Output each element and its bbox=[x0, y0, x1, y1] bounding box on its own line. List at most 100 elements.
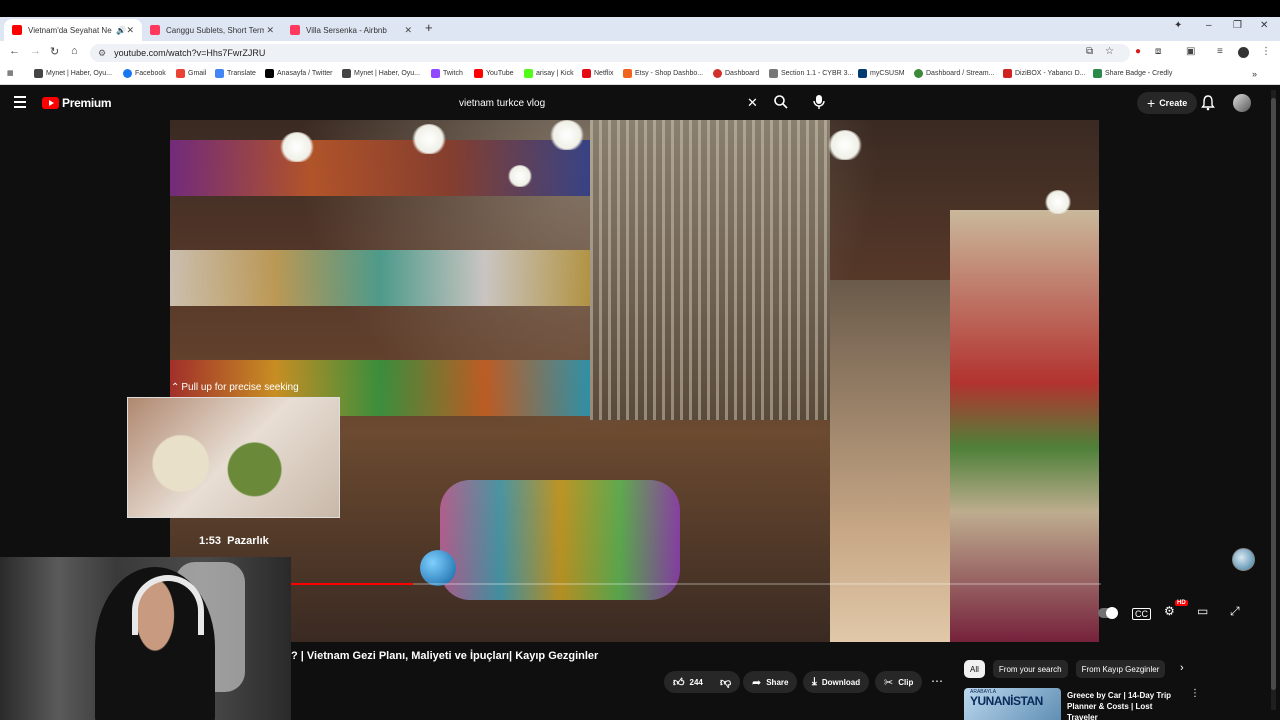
search-input[interactable]: vietnam turkce vlog ✕ bbox=[451, 92, 791, 114]
captions-icon[interactable]: CC bbox=[1132, 608, 1151, 620]
bookmark-favicon-icon bbox=[1003, 69, 1012, 78]
bookmark-item[interactable]: Mynet | Haber, Oyu... bbox=[34, 69, 112, 78]
thumbs-down-icon: 👎︎ bbox=[720, 676, 732, 689]
bookmark-label: Share Badge - Credly bbox=[1105, 70, 1173, 77]
bookmark-item[interactable]: Anasayfa / Twitter bbox=[265, 69, 333, 78]
account-avatar[interactable] bbox=[1233, 94, 1251, 112]
address-bar[interactable]: ⚙ youtube.com/watch?v=Hhs7FwrZJRU bbox=[90, 44, 1130, 62]
side-panel-icon[interactable]: ▣ bbox=[1186, 46, 1195, 57]
close-tab-icon[interactable]: ✕ bbox=[266, 25, 274, 36]
recommended-video[interactable]: ARABAYLA YUNANİSTAN Greece by Car | 14-D… bbox=[964, 688, 1264, 720]
create-label: Create bbox=[1159, 98, 1188, 108]
chip-from-your-search[interactable]: From your search bbox=[992, 660, 1068, 678]
more-actions-icon[interactable]: ⋯ bbox=[931, 674, 943, 688]
precise-seeking-hint: ⌃ Pull up for precise seeking bbox=[171, 382, 299, 393]
close-window-button[interactable]: ✕ bbox=[1260, 20, 1268, 31]
browser-menu-icon[interactable]: ⋮ bbox=[1261, 46, 1271, 57]
reload-icon[interactable]: ↻ bbox=[50, 45, 59, 58]
close-tab-icon[interactable]: ✕ bbox=[126, 25, 134, 36]
video-player[interactable] bbox=[170, 120, 1099, 642]
extension-icon[interactable]: ● bbox=[1135, 46, 1141, 57]
bookmark-item[interactable]: Netflix bbox=[582, 69, 613, 78]
gemini-icon[interactable]: ✦ bbox=[1174, 20, 1182, 31]
channel-watermark-icon[interactable] bbox=[1232, 548, 1255, 571]
speaker-icon[interactable]: 🔊 bbox=[116, 26, 126, 35]
bookmark-favicon-icon bbox=[342, 69, 351, 78]
home-icon[interactable]: ⌂ bbox=[71, 45, 78, 57]
share-button[interactable]: ➦ Share bbox=[743, 671, 798, 693]
theater-mode-icon[interactable]: ▭ bbox=[1197, 604, 1208, 618]
recommended-title[interactable]: Greece by Car | 14-Day Trip Planner & Co… bbox=[1067, 690, 1182, 720]
video-progress-bar[interactable] bbox=[291, 583, 1101, 585]
youtube-premium-logo[interactable]: Premium bbox=[62, 96, 112, 110]
more-options-icon[interactable]: ⋮ bbox=[1190, 688, 1200, 699]
address-text: youtube.com/watch?v=Hhs7FwrZJRU bbox=[114, 48, 266, 58]
bookmark-item[interactable]: YouTube bbox=[474, 69, 514, 78]
forward-arrow-icon[interactable]: → bbox=[30, 45, 41, 57]
bookmark-item[interactable]: myCSUSM bbox=[858, 69, 905, 78]
bookmark-item[interactable]: Dashboard bbox=[713, 69, 759, 78]
bookmark-label: Mynet | Haber, Oyu... bbox=[354, 70, 421, 77]
search-icon[interactable] bbox=[773, 94, 789, 110]
bookmark-item[interactable]: Mynet | Haber, Oyu... bbox=[342, 69, 420, 78]
chip-from-channel[interactable]: From Kayıp Gezginler bbox=[1075, 660, 1166, 678]
bookmark-item[interactable]: Translate bbox=[215, 69, 256, 78]
settings-gear-icon[interactable]: ⚙ bbox=[1164, 604, 1175, 618]
bookmark-item[interactable]: Dashboard / Stream... bbox=[914, 69, 994, 78]
extensions-puzzle-icon[interactable]: ⧈ bbox=[1155, 46, 1161, 57]
recommended-thumbnail[interactable]: ARABAYLA YUNANİSTAN bbox=[964, 688, 1061, 720]
voice-search-mic-icon[interactable] bbox=[812, 94, 826, 110]
bookmark-item[interactable]: Twitch bbox=[431, 69, 463, 78]
dislike-button[interactable]: 👎︎ bbox=[711, 671, 741, 693]
close-tab-icon[interactable]: ✕ bbox=[404, 25, 412, 36]
fullscreen-icon[interactable]: ⤢ bbox=[1230, 604, 1240, 619]
more-bookmarks-icon[interactable]: » bbox=[1252, 69, 1257, 79]
site-info-icon[interactable]: ⚙ bbox=[98, 48, 106, 59]
bookmark-star-icon[interactable]: ☆ bbox=[1105, 46, 1114, 57]
media-controls-icon[interactable]: ≡ bbox=[1217, 46, 1223, 57]
video-frame-lamp bbox=[280, 132, 314, 162]
chevron-right-icon[interactable]: › bbox=[1180, 662, 1184, 674]
tab-canggu-sublets[interactable]: Canggu Sublets, Short Term Re ✕ bbox=[142, 19, 282, 41]
tab-youtube-video[interactable]: Vietnam'da Seyahat Ne Ka 🔊 ✕ bbox=[4, 19, 142, 41]
back-arrow-icon[interactable]: ← bbox=[9, 45, 20, 57]
page-scrollbar[interactable] bbox=[1271, 90, 1276, 710]
apps-grid-icon[interactable]: ▦ bbox=[7, 69, 14, 77]
bookmark-label: Translate bbox=[227, 70, 256, 77]
airbnb-favicon-icon bbox=[150, 25, 160, 35]
notifications-bell-icon[interactable] bbox=[1201, 95, 1215, 111]
bookmark-favicon-icon bbox=[176, 69, 185, 78]
bookmark-item[interactable]: Facebook bbox=[123, 69, 166, 78]
bookmark-label: Dashboard bbox=[725, 70, 760, 77]
bookmark-item[interactable]: Share Badge - Credly bbox=[1093, 69, 1172, 78]
clear-search-icon[interactable]: ✕ bbox=[747, 95, 758, 111]
install-app-icon[interactable]: ⧉ bbox=[1086, 46, 1093, 57]
menu-hamburger-icon[interactable] bbox=[14, 96, 26, 111]
bookmark-favicon-icon bbox=[474, 69, 483, 78]
bookmark-label: Dashboard / Stream... bbox=[926, 70, 995, 77]
tab-villa-sersenka[interactable]: Villa Sersenka - Airbnb ✕ bbox=[282, 19, 420, 41]
chip-all[interactable]: All bbox=[964, 660, 985, 678]
minimize-button[interactable]: – bbox=[1206, 20, 1212, 31]
bookmark-item[interactable]: Gmail bbox=[176, 69, 206, 78]
browser-tab-bar: Vietnam'da Seyahat Ne Ka 🔊 ✕ Canggu Subl… bbox=[0, 17, 1280, 41]
autoplay-toggle[interactable] bbox=[1098, 607, 1118, 619]
hd-badge: HD bbox=[1175, 600, 1188, 606]
bookmark-item[interactable]: Section 1.1 - CYBR 3... bbox=[769, 69, 853, 78]
download-button[interactable]: ⤓ Download bbox=[803, 671, 870, 693]
clip-button[interactable]: ✂ Clip bbox=[875, 671, 923, 693]
scrollbar-thumb[interactable] bbox=[1271, 98, 1276, 690]
new-tab-button[interactable]: + bbox=[425, 20, 433, 35]
bookmark-label: DiziBOX - Yabancı D... bbox=[1015, 70, 1086, 77]
like-button[interactable]: 👍︎ 244 bbox=[664, 671, 712, 693]
create-button[interactable]: + Create bbox=[1137, 92, 1198, 114]
bookmark-item[interactable]: DiziBOX - Yabancı D... bbox=[1003, 69, 1086, 78]
share-arrow-icon: ➦ bbox=[752, 676, 762, 689]
bookmark-item[interactable]: arisay | Kick bbox=[524, 69, 574, 78]
profile-avatar[interactable] bbox=[1238, 47, 1249, 58]
clip-label: Clip bbox=[898, 677, 914, 687]
restore-button[interactable]: ❐ bbox=[1233, 20, 1242, 31]
bookmark-item[interactable]: Etsy - Shop Dashbo... bbox=[623, 69, 703, 78]
bookmark-favicon-icon bbox=[858, 69, 867, 78]
youtube-logo-icon[interactable] bbox=[42, 97, 59, 109]
